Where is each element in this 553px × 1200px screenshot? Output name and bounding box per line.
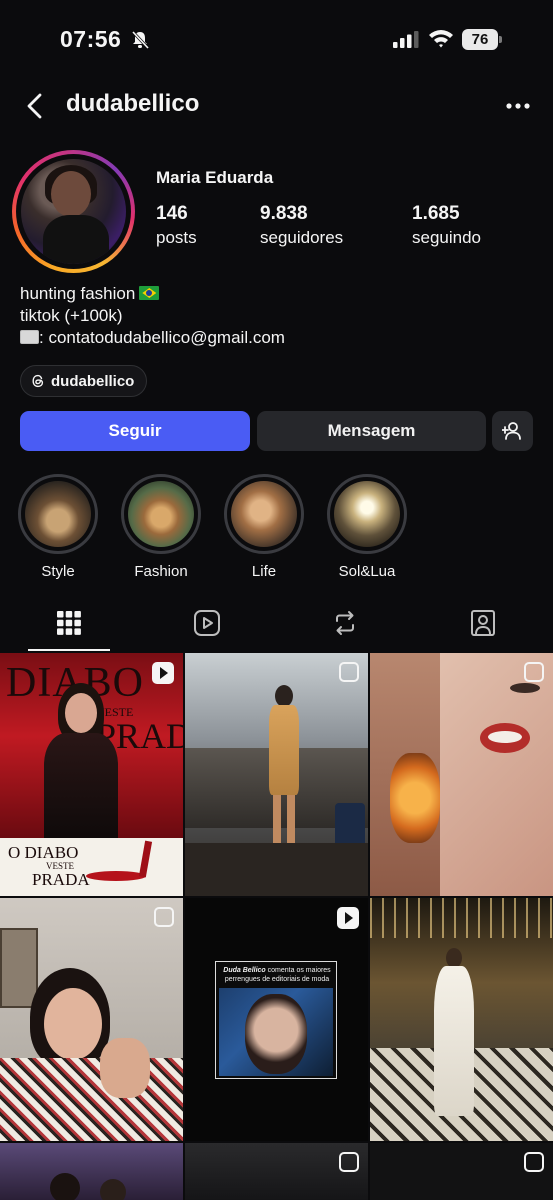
avatar (21, 159, 126, 264)
highlight-label: Sol&Lua (338, 563, 396, 580)
following-label: seguindo (412, 228, 482, 247)
highlight-life[interactable]: Life (224, 474, 304, 580)
post-caption-o-diabo: O DIABO (8, 843, 79, 862)
reposts-icon (336, 611, 354, 635)
post-thumbnail[interactable]: DIABO VESTE PRADA O DIABO VESTE PRADA (0, 653, 183, 896)
tab-reposts[interactable] (276, 602, 414, 652)
avatar-face (51, 171, 91, 217)
post-thumbnail[interactable] (0, 1143, 183, 1200)
highlight-style[interactable]: Style (18, 474, 98, 580)
highlight-ring (121, 474, 201, 554)
post-thumbnail[interactable] (0, 898, 183, 1141)
red-heel (86, 840, 162, 887)
threads-handle: dudabellico (51, 372, 135, 390)
status-time: 07:56 (60, 26, 122, 52)
highlight-ring (327, 474, 407, 554)
more-options-icon[interactable] (504, 96, 532, 116)
posts-label: posts (156, 228, 197, 247)
post-thumbnail[interactable] (370, 653, 553, 896)
reel-badge-icon (337, 907, 359, 929)
caption-bold: Duda Bellico (223, 967, 266, 974)
highlight-cover-fashion (128, 481, 194, 547)
tab-posts-grid[interactable] (0, 602, 138, 652)
stat-posts[interactable]: 146 posts (156, 203, 197, 248)
avatar-border (16, 154, 131, 269)
post-caption: Duda Bellico comenta os maiores perrengu… (221, 966, 333, 984)
highlight-fashion[interactable]: Fashion (121, 474, 201, 580)
battery-indicator: 76 (462, 29, 502, 50)
battery-nub (499, 36, 502, 43)
post-figure (430, 948, 480, 1118)
carousel-badge-icon (524, 662, 544, 682)
tab-tagged[interactable] (414, 602, 552, 652)
followers-count: 9.838 (260, 203, 308, 224)
post-model (267, 685, 303, 855)
cellular-signal-icon (393, 31, 419, 48)
bio-email: : contatodudabellico@gmail.com (39, 328, 285, 347)
avatar-torso (43, 215, 109, 264)
add-person-icon (501, 422, 521, 440)
profile-tabs (0, 602, 553, 652)
post-person (40, 683, 120, 838)
following-count: 1.685 (412, 203, 460, 224)
tagged-icon (471, 610, 495, 636)
post-thumbnail[interactable]: Duda Bellico comenta os maiores perrengu… (185, 898, 368, 1141)
highlight-label: Life (251, 563, 277, 580)
bio-line-1: hunting fashion (20, 283, 285, 305)
suggest-people-button[interactable] (492, 411, 533, 451)
carousel-badge-icon (339, 1152, 359, 1172)
post-thumbnail[interactable] (370, 898, 553, 1141)
highlight-cover-life (231, 481, 297, 547)
story-ring-avatar[interactable] (12, 150, 135, 273)
envelope-icon (20, 330, 39, 344)
highlight-sol-lua[interactable]: Sol&Lua (327, 474, 407, 580)
carousel-badge-icon (339, 662, 359, 682)
status-bar: 07:56 76 (0, 0, 553, 80)
carousel-badge-icon (524, 1152, 544, 1172)
brazil-flag-icon (139, 286, 160, 300)
back-arrow-icon[interactable] (22, 90, 50, 122)
battery-level: 76 (462, 29, 498, 50)
wifi-icon (429, 30, 453, 48)
post-thumbnail[interactable] (185, 653, 368, 896)
active-tab-indicator (28, 649, 110, 651)
highlight-label: Fashion (134, 563, 188, 580)
stat-followers[interactable]: 9.838 seguidores (260, 203, 343, 248)
highlight-label: Style (41, 563, 75, 580)
threads-icon (32, 374, 44, 388)
highlight-ring (224, 474, 304, 554)
highlight-cover-sol-lua (334, 481, 400, 547)
profile-full-name: Maria Eduarda (156, 168, 274, 187)
reels-icon (194, 610, 220, 636)
bio-text-1: hunting fashion (20, 284, 136, 303)
threads-profile-link[interactable]: dudabellico (20, 365, 148, 397)
tab-reels[interactable] (138, 602, 276, 652)
stat-following[interactable]: 1.685 seguindo (412, 203, 481, 248)
followers-label: seguidores (260, 228, 344, 247)
profile-bio: hunting fashion tiktok (+100k) : contato… (20, 283, 285, 349)
profile-username: dudabellico (66, 90, 200, 117)
posts-grid: DIABO VESTE PRADA O DIABO VESTE PRADA (0, 653, 553, 1200)
highlight-cover-style (25, 481, 91, 547)
post-thumbnail[interactable] (370, 1143, 553, 1200)
carousel-badge-icon (154, 907, 174, 927)
bio-line-3[interactable]: : contatodudabellico@gmail.com (20, 327, 285, 349)
post-thumbnail[interactable] (185, 1143, 368, 1200)
post-caption-prada: PRADA (32, 870, 90, 889)
reel-badge-icon (152, 662, 174, 684)
bio-line-2: tiktok (+100k) (20, 306, 123, 325)
message-button[interactable]: Mensagem (257, 411, 486, 451)
follow-button[interactable]: Seguir (20, 411, 250, 451)
posts-count: 146 (156, 203, 188, 224)
grid-icon (57, 611, 81, 635)
silent-bell-icon (131, 30, 150, 50)
highlight-ring (18, 474, 98, 554)
